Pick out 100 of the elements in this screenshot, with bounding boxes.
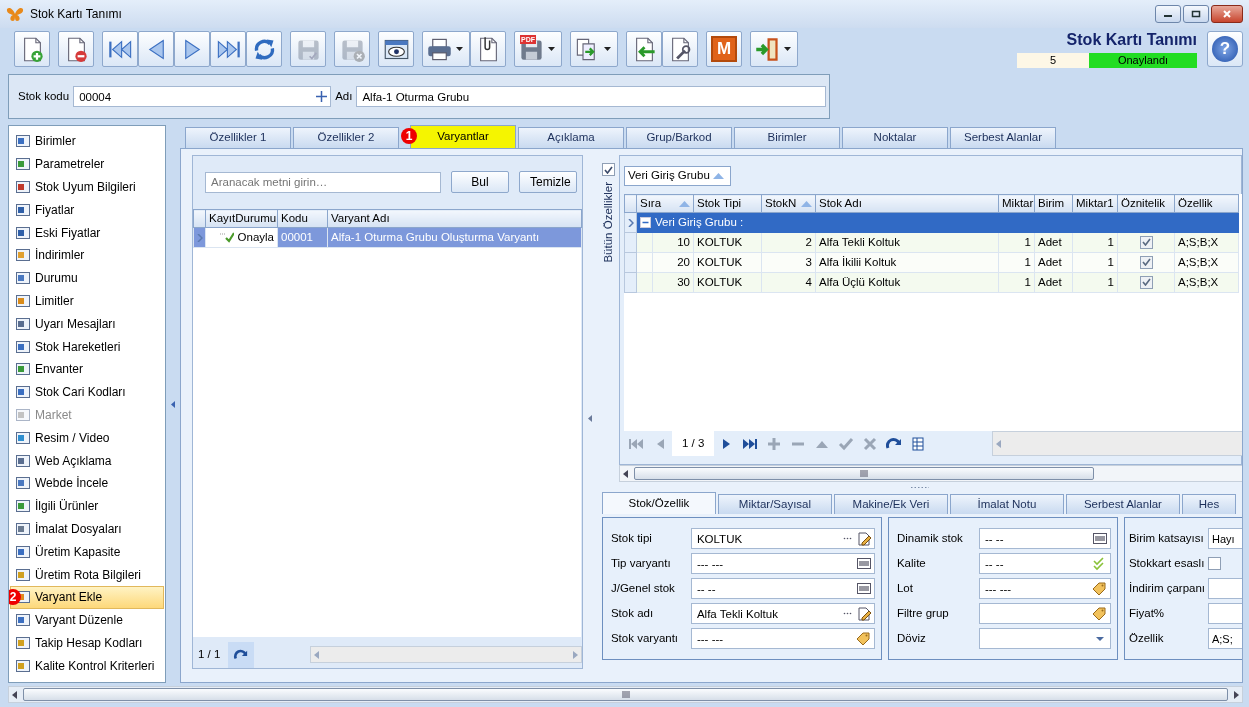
minimize-button[interactable] — [1155, 5, 1181, 23]
refresh-button[interactable] — [228, 641, 254, 668]
column-header[interactable]: Stok Tipi — [693, 194, 762, 213]
checkbox[interactable] — [601, 163, 615, 176]
close-button[interactable] — [1211, 5, 1243, 23]
input-text[interactable]: --- --- — [694, 629, 857, 648]
maximize-button[interactable] — [1183, 5, 1209, 23]
tab[interactable]: Özellikler 1 — [185, 127, 291, 148]
column-header[interactable]: Stok Adı — [815, 194, 999, 213]
horizontal-scrollbar[interactable] — [619, 465, 1242, 482]
sidebar-item[interactable]: 2 Varyant Ekle — [10, 585, 164, 609]
input-field[interactable]: Alfa Tekli Koltuk — [690, 603, 875, 624]
sidebar-item[interactable]: Üretim Kapasite — [10, 540, 164, 564]
first-button[interactable] — [102, 31, 138, 67]
group-by-chip[interactable]: Veri Giriş Grubu — [624, 166, 731, 186]
input-text[interactable]: --- --- — [982, 579, 1093, 598]
column-header[interactable]: Öznitelik — [1117, 194, 1175, 213]
last-button[interactable] — [210, 31, 246, 67]
checkbox[interactable] — [1139, 255, 1153, 269]
checkbox[interactable] — [1207, 557, 1221, 570]
export-button[interactable] — [570, 31, 618, 67]
collapse-icon[interactable] — [640, 217, 651, 229]
print-button[interactable] — [422, 31, 470, 67]
input-field[interactable] — [978, 628, 1111, 649]
stock-code-field[interactable]: 00004 — [73, 86, 332, 107]
m-button[interactable]: M — [706, 31, 742, 67]
tab[interactable]: İmalat Notu — [949, 494, 1064, 514]
tab[interactable]: Miktar/Sayısal — [717, 494, 832, 514]
input-field[interactable]: --- --- — [690, 628, 875, 649]
input-field[interactable]: KOLTUK — [690, 528, 875, 549]
tab[interactable]: Noktalar — [842, 127, 948, 148]
sidebar-item[interactable]: Takip Hesap Kodları — [10, 631, 164, 655]
input-field[interactable]: --- --- — [978, 578, 1111, 599]
tab[interactable]: Birimler — [734, 127, 840, 148]
column-header[interactable]: KayıtDurumu — [205, 209, 278, 228]
column-header[interactable]: Varyant Adı — [327, 209, 582, 228]
input-text[interactable]: Alfa Tekli Koltuk — [694, 604, 843, 623]
tools-button[interactable] — [662, 31, 698, 67]
grip-icon[interactable] — [909, 485, 930, 489]
sidebar-item[interactable]: Limitler — [10, 289, 164, 313]
sidebar-item[interactable]: Üretim Rota Bilgileri — [10, 563, 164, 586]
import-button[interactable] — [626, 31, 662, 67]
scrollbar-thumb[interactable] — [634, 467, 1094, 480]
sidebar-item[interactable]: Varyant Düzenle — [10, 608, 164, 632]
sidebar-item[interactable]: İlgili Ürünler — [10, 494, 164, 518]
sidebar-item[interactable]: Stok Hareketleri — [10, 335, 164, 358]
input-text[interactable]: -- -- — [982, 554, 1093, 573]
horizontal-scrollbar[interactable] — [992, 431, 1242, 456]
sidebar-item[interactable]: Durumu — [10, 266, 164, 290]
input-field[interactable]: -- -- — [978, 553, 1111, 574]
input-field[interactable] — [1207, 603, 1242, 624]
input-field[interactable] — [1207, 578, 1242, 599]
refresh-button[interactable] — [246, 31, 282, 67]
side-tab[interactable]: Bütün Özellikler — [599, 182, 618, 263]
find-button[interactable]: Bul — [451, 171, 509, 193]
stock-code-input[interactable]: 00004 — [77, 87, 317, 106]
tab[interactable]: Açıklama — [518, 127, 624, 148]
sidebar-item[interactable]: Stok Uyum Bilgileri — [10, 175, 164, 199]
collapse-icon[interactable] — [171, 400, 175, 408]
tab[interactable]: Serbest Alanlar — [1065, 494, 1180, 514]
preview-button[interactable] — [378, 31, 414, 67]
attach-button[interactable] — [470, 31, 506, 67]
input-text[interactable]: --- --- — [694, 554, 857, 573]
sidebar-item[interactable]: Stok Cari Kodları — [10, 380, 164, 404]
sidebar-item[interactable]: Web Açıklama — [10, 449, 164, 472]
tab[interactable]: Grup/Barkod — [626, 127, 732, 148]
sidebar-item[interactable]: Kalite Kontrol Kriterleri — [10, 654, 164, 678]
sidebar-item[interactable]: Envanter — [10, 357, 164, 381]
tab[interactable]: Serbest Alanlar — [950, 127, 1056, 148]
input-text[interactable]: KOLTUK — [694, 529, 843, 548]
sidebar-item[interactable]: Birimler — [10, 130, 164, 153]
next-button[interactable] — [174, 31, 210, 67]
sidebar-item[interactable]: İndirimler — [10, 244, 164, 267]
column-header[interactable]: Miktar1 — [1072, 194, 1118, 213]
sidebar-item[interactable]: Eski Fiyatlar — [10, 221, 164, 244]
new-button[interactable] — [14, 31, 50, 67]
scrollbar-thumb[interactable] — [23, 688, 1228, 701]
input-text[interactable]: -- -- — [694, 579, 857, 598]
column-header[interactable]: Kodu — [277, 209, 328, 228]
sidebar-item[interactable]: Webde İncele — [10, 471, 164, 495]
checkbox[interactable] — [1139, 275, 1153, 289]
input-field[interactable]: -- -- — [690, 578, 875, 599]
sidebar-item[interactable]: Parametreler — [10, 152, 164, 176]
input-text[interactable]: -- -- — [982, 529, 1093, 548]
column-header[interactable]: Miktar — [998, 194, 1035, 213]
tab[interactable]: Makine/Ek Veri — [833, 494, 948, 514]
tab[interactable]: Hes — [1181, 494, 1236, 514]
prev-button[interactable] — [138, 31, 174, 67]
column-header[interactable]: Özellik — [1174, 194, 1239, 213]
horizontal-scrollbar[interactable] — [8, 686, 1243, 703]
sidebar-item[interactable]: İmalat Dosyaları — [10, 517, 164, 541]
input-field[interactable] — [978, 603, 1111, 624]
tab[interactable]: Özellikler 2 — [293, 127, 399, 148]
sidebar-item[interactable]: Fiyatlar — [10, 198, 164, 222]
collapse-icon[interactable] — [588, 415, 593, 422]
column-header[interactable]: Birim — [1034, 194, 1073, 213]
input-field[interactable]: --- --- — [690, 553, 875, 574]
clear-button[interactable]: Temizle — [519, 171, 577, 193]
column-header[interactable]: Sıra — [636, 194, 694, 213]
checkbox[interactable] — [1139, 235, 1153, 249]
